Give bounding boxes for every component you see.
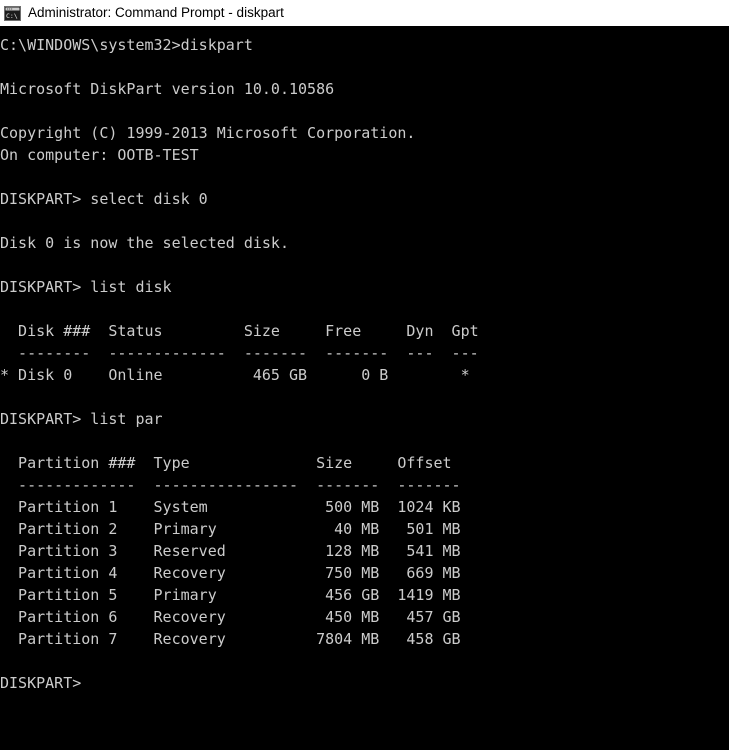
console-line: On computer: OOTB-TEST bbox=[0, 146, 199, 164]
console-line: Partition 3 Reserved 128 MB 541 MB bbox=[0, 542, 461, 560]
command-prompt-icon: C:\ bbox=[4, 5, 21, 21]
console-line: Partition 7 Recovery 7804 MB 458 GB bbox=[0, 630, 461, 648]
console-line: Partition ### Type Size Offset bbox=[0, 454, 452, 472]
svg-text:C:\: C:\ bbox=[6, 12, 18, 20]
console-line: C:\WINDOWS\system32>diskpart bbox=[0, 36, 253, 54]
console-line: DISKPART> bbox=[0, 674, 82, 692]
console-line: ------------- ---------------- ------- -… bbox=[0, 476, 461, 494]
command-prompt-window: C:\ Administrator: Command Prompt - disk… bbox=[0, 0, 729, 750]
titlebar[interactable]: C:\ Administrator: Command Prompt - disk… bbox=[0, 0, 729, 26]
console-line: -------- ------------- ------- ------- -… bbox=[0, 344, 479, 362]
console-line: Partition 1 System 500 MB 1024 KB bbox=[0, 498, 461, 516]
console-line: Partition 5 Primary 456 GB 1419 MB bbox=[0, 586, 461, 604]
console-line: Disk ### Status Size Free Dyn Gpt bbox=[0, 322, 479, 340]
console-line: DISKPART> list disk bbox=[0, 278, 172, 296]
console-line: Copyright (C) 1999-2013 Microsoft Corpor… bbox=[0, 124, 416, 142]
console-line: * Disk 0 Online 465 GB 0 B * bbox=[0, 366, 470, 384]
console-line: DISKPART> select disk 0 bbox=[0, 190, 208, 208]
console-line: Partition 6 Recovery 450 MB 457 GB bbox=[0, 608, 461, 626]
window-title: Administrator: Command Prompt - diskpart bbox=[28, 5, 284, 20]
console-output-area[interactable]: C:\WINDOWS\system32>diskpart Microsoft Di… bbox=[0, 26, 729, 750]
console-line: DISKPART> list par bbox=[0, 410, 163, 428]
console-line: Disk 0 is now the selected disk. bbox=[0, 234, 289, 252]
console-line: Microsoft DiskPart version 10.0.10586 bbox=[0, 80, 335, 98]
console-line: Partition 2 Primary 40 MB 501 MB bbox=[0, 520, 461, 538]
console-line: Partition 4 Recovery 750 MB 669 MB bbox=[0, 564, 461, 582]
